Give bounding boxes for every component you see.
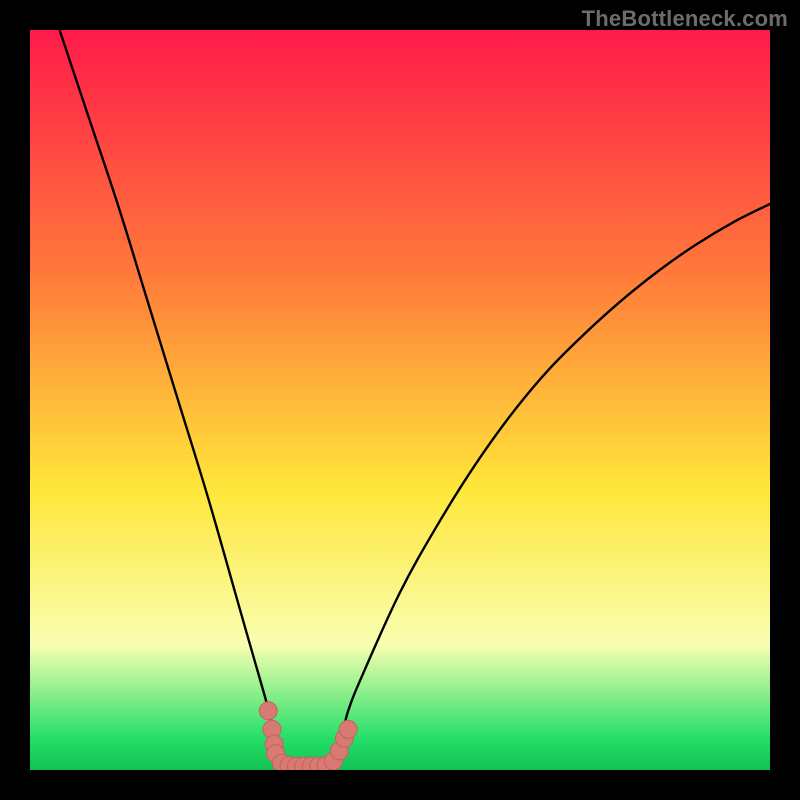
watermark-text: TheBottleneck.com: [582, 6, 788, 32]
data-marker: [259, 702, 277, 720]
bottleneck-chart: [30, 30, 770, 770]
gradient-background: [30, 30, 770, 770]
data-marker: [339, 720, 357, 738]
plot-area: [30, 30, 770, 770]
chart-frame: TheBottleneck.com: [0, 0, 800, 800]
